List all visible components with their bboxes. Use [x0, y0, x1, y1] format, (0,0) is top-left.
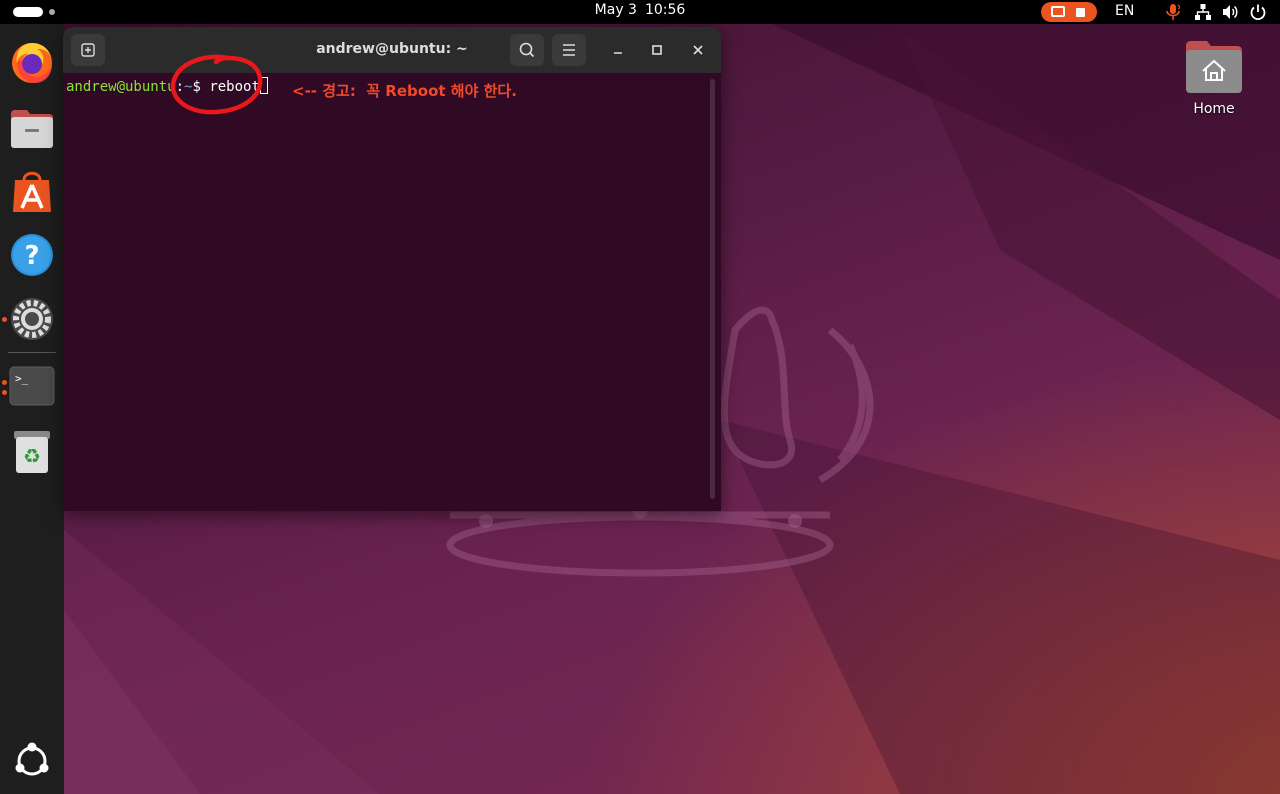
running-indicator: [2, 390, 7, 395]
svg-text:>_: >_: [15, 372, 29, 385]
scrollbar[interactable]: [710, 79, 715, 499]
clock-time: 10:56: [644, 2, 686, 18]
terminal-headerbar[interactable]: andrew@ubuntu: ~: [63, 27, 721, 73]
close-icon[interactable]: [690, 42, 706, 58]
microphone-icon[interactable]: [1164, 3, 1182, 21]
screen-share-icon: [1051, 6, 1065, 17]
help-icon[interactable]: ?: [9, 232, 55, 278]
menu-button[interactable]: [552, 34, 586, 66]
network-icon[interactable]: [1194, 3, 1212, 21]
files-icon[interactable]: [9, 104, 55, 150]
terminal-icon[interactable]: >_: [9, 364, 55, 410]
app-center-icon[interactable]: [9, 168, 55, 214]
hamburger-menu-icon: [563, 44, 575, 56]
settings-icon[interactable]: [9, 296, 55, 342]
running-indicator: [2, 380, 7, 385]
power-icon[interactable]: [1249, 3, 1267, 21]
clock-date: May 3: [594, 2, 637, 18]
maximize-icon[interactable]: [649, 42, 665, 58]
home-folder-icon: [1186, 41, 1242, 93]
terminal-output[interactable]: andrew@ubuntu:~$ reboot: [63, 73, 721, 511]
search-button[interactable]: [510, 34, 544, 66]
home-folder-label: Home: [1193, 101, 1235, 117]
annotation-text: <-- 경고: 꼭 Reboot 해야 한다.: [292, 82, 517, 100]
annotation-circle: [170, 54, 263, 115]
top-bar: May 3 10:56 EN: [0, 0, 1280, 24]
dock: ? >_ ♻: [0, 24, 64, 794]
stop-recording-icon[interactable]: [1076, 8, 1085, 17]
svg-text:?: ?: [24, 241, 39, 271]
running-indicator: [2, 317, 7, 322]
svg-text:♻: ♻: [23, 444, 41, 468]
desktop-home-folder[interactable]: Home: [1176, 40, 1252, 130]
search-icon: [519, 42, 535, 58]
prompt-user: andrew@ubuntu: [66, 79, 176, 95]
trash-icon[interactable]: ♻: [9, 428, 55, 474]
volume-icon[interactable]: [1221, 3, 1239, 21]
show-apps-icon[interactable]: [9, 738, 55, 784]
screen-recording-indicator[interactable]: [1041, 2, 1097, 22]
minimize-icon[interactable]: [610, 42, 626, 58]
dock-separator: [8, 352, 56, 353]
language-indicator[interactable]: EN: [1115, 3, 1134, 19]
firefox-icon[interactable]: [9, 40, 55, 86]
